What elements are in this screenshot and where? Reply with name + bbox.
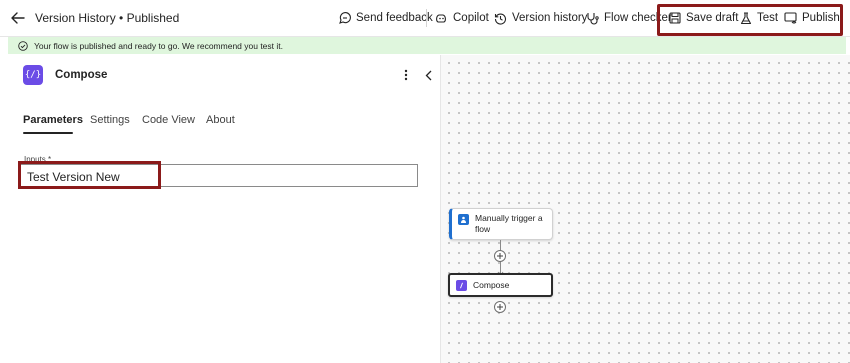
- tab-parameters[interactable]: Parameters: [23, 114, 83, 126]
- send-feedback-button[interactable]: Send feedback: [338, 0, 433, 36]
- collapse-panel-button[interactable]: [421, 67, 435, 83]
- version-history-label: Version history: [512, 12, 588, 24]
- back-arrow-icon: [11, 12, 25, 24]
- flow-title: Version History • Published: [35, 11, 180, 25]
- tab-about[interactable]: About: [206, 114, 235, 126]
- chevron-left-icon: [425, 70, 431, 80]
- stethoscope-icon: [587, 12, 599, 24]
- more-options-button[interactable]: [400, 67, 412, 83]
- manual-trigger-icon: [458, 214, 469, 225]
- banner-message: Your flow is published and ready to go. …: [34, 40, 283, 51]
- history-icon: [494, 13, 507, 25]
- active-tab-indicator: [23, 132, 73, 134]
- plus-icon: [497, 304, 503, 310]
- add-step-button[interactable]: [494, 301, 506, 313]
- version-history-button[interactable]: Version history: [494, 0, 587, 36]
- toolbar-highlight-annotation: [657, 4, 843, 36]
- copilot-label: Copilot: [453, 12, 489, 24]
- tab-code-view[interactable]: Code View: [142, 114, 195, 126]
- more-vertical-icon: [404, 69, 408, 81]
- success-banner: Your flow is published and ready to go. …: [8, 37, 846, 54]
- action-details-panel: [8, 55, 441, 363]
- back-button[interactable]: [8, 9, 28, 27]
- compose-node-icon: [456, 279, 467, 291]
- feedback-icon: [339, 11, 351, 24]
- input-highlight-annotation: [18, 161, 161, 189]
- connector-arrow-icon: [497, 264, 504, 277]
- panel-title: Compose: [55, 69, 108, 81]
- send-feedback-label: Send feedback: [356, 12, 433, 24]
- plus-icon: [497, 253, 503, 259]
- trigger-node-label: Manually trigger a flow: [475, 213, 543, 234]
- trigger-node[interactable]: Manually trigger a flow: [449, 208, 553, 240]
- copilot-button[interactable]: Copilot: [435, 0, 489, 36]
- compose-icon: {/}: [23, 65, 43, 85]
- insert-step-button[interactable]: [494, 250, 506, 262]
- tab-settings[interactable]: Settings: [90, 114, 130, 126]
- compose-node[interactable]: Compose: [448, 273, 553, 297]
- copilot-icon: [436, 13, 446, 23]
- check-circle-icon: [18, 40, 28, 51]
- toolbar-divider: [426, 9, 427, 27]
- compose-node-label: Compose: [473, 279, 510, 290]
